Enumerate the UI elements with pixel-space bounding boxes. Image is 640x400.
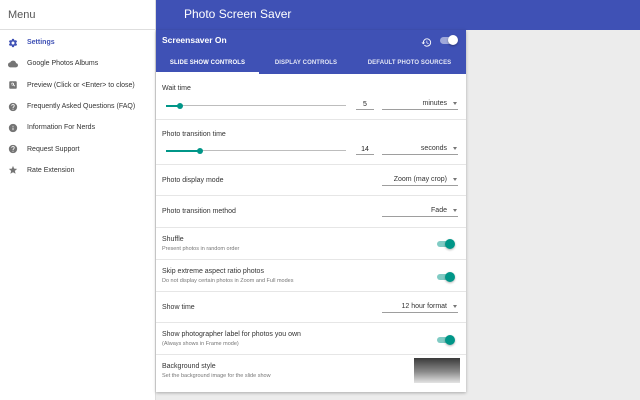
- sidebar-item-google-photos-albums[interactable]: Google Photos Albums: [0, 53, 155, 74]
- skip-aspect-label: Skip extreme aspect ratio photos: [162, 268, 264, 275]
- background-style-row: Background style Set the background imag…: [156, 355, 466, 392]
- wait-time-slider[interactable]: [166, 101, 346, 111]
- slider-track: [166, 105, 346, 106]
- display-mode-row: Photo display mode Zoom (may crop): [156, 165, 466, 196]
- settings-card: Screensaver On SLIDE SHOW CONTROLS DISPL…: [156, 30, 466, 392]
- sidebar-item-label: Request Support: [27, 145, 80, 153]
- sidebar-item-preview[interactable]: Preview (Click or <Enter> to close): [0, 75, 155, 96]
- photographer-label-toggle[interactable]: [437, 335, 455, 345]
- star-icon: [8, 165, 18, 175]
- gear-icon: [8, 38, 18, 48]
- toggle-knob: [445, 239, 455, 249]
- app-header: Photo Screen Saver: [156, 0, 640, 30]
- dropdown-value: Zoom (may crop): [393, 176, 447, 183]
- transition-method-row: Photo transition method Fade: [156, 196, 466, 228]
- settings-list: Wait time minutes Photo transition time: [156, 74, 466, 392]
- toggle-knob: [445, 335, 455, 345]
- sidebar-nav: Settings Google Photos Albums Preview (C…: [0, 30, 155, 181]
- skip-aspect-row: Skip extreme aspect ratio photos Do not …: [156, 260, 466, 292]
- sidebar-item-label: Google Photos Albums: [27, 60, 99, 68]
- card-toolbar: Screensaver On: [156, 30, 466, 52]
- wait-time-unit-select[interactable]: minutes: [382, 98, 458, 110]
- sidebar: Menu Settings Google Photos Albums Previ…: [0, 0, 156, 400]
- wait-time-label: Wait time: [162, 85, 191, 92]
- dropdown-arrow-icon: [453, 102, 457, 105]
- background-style-label: Background style: [162, 363, 216, 370]
- photographer-label-description: (Always shows in Frame mode): [162, 341, 239, 347]
- slider-fill: [166, 150, 201, 152]
- app-title: Photo Screen Saver: [184, 7, 292, 21]
- toggle-knob: [448, 35, 458, 45]
- display-mode-label: Photo display mode: [162, 177, 224, 184]
- transition-method-label: Photo transition method: [162, 208, 236, 215]
- transition-time-row: Photo transition time seconds: [156, 120, 466, 165]
- screensaver-toggle[interactable]: [440, 35, 458, 45]
- settings-tabs: SLIDE SHOW CONTROLS DISPLAY CONTROLS DEF…: [156, 52, 466, 74]
- cloud-icon: [8, 59, 18, 69]
- info-icon: [8, 123, 18, 133]
- photographer-label-label: Show photographer label for photos you o…: [162, 331, 301, 338]
- sidebar-item-label: Frequently Asked Questions (FAQ): [27, 103, 136, 111]
- sidebar-item-request-support[interactable]: Request Support: [0, 138, 155, 159]
- sidebar-item-faq[interactable]: Frequently Asked Questions (FAQ): [0, 96, 155, 117]
- card-title: Screensaver On: [162, 35, 227, 45]
- show-time-select[interactable]: 12 hour format: [382, 301, 458, 313]
- slider-thumb[interactable]: [197, 148, 204, 154]
- dropdown-arrow-icon: [453, 305, 457, 308]
- dropdown-value: seconds: [420, 145, 447, 152]
- sidebar-item-label: Information For Nerds: [27, 124, 96, 132]
- skip-aspect-description: Do not display certain photos in Zoom an…: [162, 278, 294, 284]
- sidebar-item-settings[interactable]: Settings: [0, 32, 155, 53]
- skip-aspect-toggle[interactable]: [437, 272, 455, 282]
- background-style-preview[interactable]: [414, 358, 460, 383]
- sidebar-item-label: Rate Extension: [27, 166, 75, 174]
- sidebar-item-label: Settings: [27, 39, 55, 47]
- history-icon[interactable]: [421, 35, 432, 47]
- show-time-label: Show time: [162, 304, 195, 311]
- menu-header: Menu: [0, 0, 155, 30]
- dropdown-value: minutes: [422, 100, 447, 107]
- slider-thumb[interactable]: [177, 103, 184, 109]
- help-icon: [8, 144, 18, 154]
- transition-time-input[interactable]: [356, 144, 374, 155]
- photographer-label-row: Show photographer label for photos you o…: [156, 323, 466, 355]
- dropdown-arrow-icon: [453, 209, 457, 212]
- help-icon: [8, 102, 18, 112]
- preview-icon: [8, 80, 18, 90]
- dropdown-arrow-icon: [453, 147, 457, 150]
- sidebar-item-label: Preview (Click or <Enter> to close): [27, 81, 135, 89]
- transition-time-label: Photo transition time: [162, 131, 226, 138]
- shuffle-description: Present photos in random order: [162, 246, 240, 252]
- wait-time-input[interactable]: [356, 99, 374, 110]
- tab-default-photo-sources[interactable]: DEFAULT PHOTO SOURCES: [353, 52, 466, 74]
- show-time-row: Show time 12 hour format: [156, 292, 466, 323]
- transition-time-unit-select[interactable]: seconds: [382, 143, 458, 155]
- tab-display-controls[interactable]: DISPLAY CONTROLS: [259, 52, 353, 74]
- transition-time-slider[interactable]: [166, 146, 346, 156]
- shuffle-label: Shuffle: [162, 236, 184, 243]
- display-mode-select[interactable]: Zoom (may crop): [382, 174, 458, 186]
- shuffle-toggle[interactable]: [437, 239, 455, 249]
- wait-time-row: Wait time minutes: [156, 74, 466, 120]
- toggle-knob: [445, 272, 455, 282]
- dropdown-arrow-icon: [453, 178, 457, 181]
- transition-method-select[interactable]: Fade: [382, 205, 458, 217]
- sidebar-item-rate-extension[interactable]: Rate Extension: [0, 160, 155, 181]
- background-style-description: Set the background image for the slide s…: [162, 373, 271, 379]
- dropdown-value: Fade: [431, 207, 447, 214]
- shuffle-row: Shuffle Present photos in random order: [156, 228, 466, 260]
- tab-slide-show-controls[interactable]: SLIDE SHOW CONTROLS: [156, 52, 259, 74]
- dropdown-value: 12 hour format: [401, 303, 447, 310]
- sidebar-item-info-for-nerds[interactable]: Information For Nerds: [0, 117, 155, 138]
